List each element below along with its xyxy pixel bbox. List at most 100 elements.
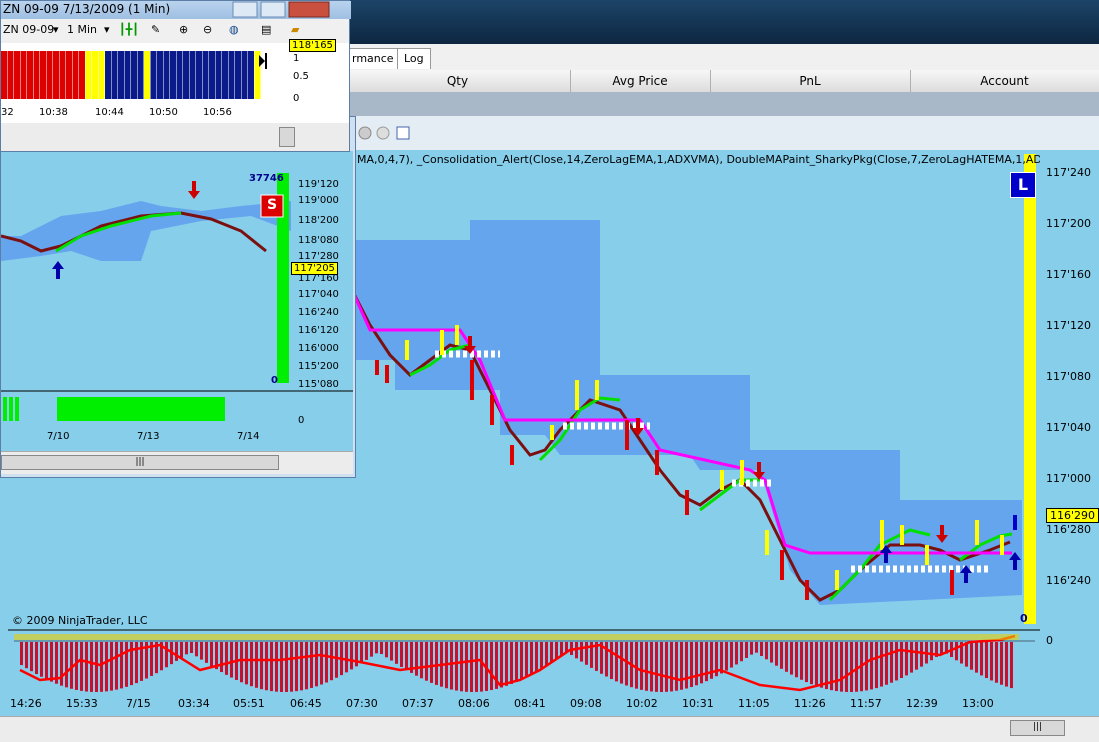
- histogram-bar: [110, 642, 113, 691]
- column-account[interactable]: Account: [910, 70, 1099, 92]
- histogram-bar: [225, 642, 228, 675]
- globe-icon[interactable]: ◍: [229, 19, 239, 41]
- histogram-bar: [700, 642, 703, 684]
- daily-horizontal-scrollbar[interactable]: |||: [1, 451, 353, 474]
- volume-bar: [1024, 154, 1036, 624]
- column-avg-price[interactable]: Avg Price: [570, 70, 711, 92]
- dropdown-arrow-icon[interactable]: ▾: [104, 19, 110, 41]
- main-scroll-thumb[interactable]: |||: [1010, 720, 1065, 736]
- main-horizontal-scrollbar[interactable]: [0, 716, 1099, 742]
- histogram-bar: [20, 642, 23, 666]
- close-icon[interactable]: [288, 1, 330, 18]
- folder-icon[interactable]: ▰: [291, 19, 299, 41]
- histogram-bar: [810, 642, 813, 685]
- time-label: 12:39: [906, 697, 938, 710]
- histogram-bar: [790, 642, 793, 675]
- 1min-horizontal-scrollbar[interactable]: [1, 123, 349, 151]
- histogram-bar: [105, 642, 108, 692]
- price-label: 119'120: [298, 179, 339, 190]
- chart-window-daily[interactable]: 37746 S 119'120 119'000 118'200 118'080 …: [0, 116, 356, 478]
- histogram-bar: [685, 642, 688, 689]
- indicator-zero-label: 0: [1046, 634, 1053, 647]
- data-box-icon[interactable]: [396, 126, 410, 140]
- histogram-bar: [325, 642, 328, 683]
- paint-bar: [1, 51, 7, 99]
- histogram-bar: [320, 642, 323, 685]
- histogram-bar: [845, 642, 848, 692]
- histogram-bar: [890, 642, 893, 683]
- date-label: 7/14: [237, 431, 260, 442]
- histogram-bar: [520, 642, 523, 680]
- histogram-bar: [695, 642, 698, 686]
- histogram-bar: [275, 642, 278, 692]
- zoom-in-icon[interactable]: ⊕: [179, 19, 188, 41]
- price-label: 117'280: [298, 251, 339, 262]
- histogram-bar: [390, 642, 393, 661]
- histogram-bar: [265, 642, 268, 691]
- histogram-bar: [310, 642, 313, 688]
- refresh-icon[interactable]: [376, 126, 390, 140]
- histogram-bar: [995, 642, 998, 683]
- histogram-bar: [920, 642, 923, 667]
- consolidation-band: [1, 201, 291, 261]
- paint-bar: [202, 51, 209, 99]
- histogram-bar: [990, 642, 993, 681]
- histogram-bar: [645, 642, 648, 691]
- histogram-bar: [745, 642, 748, 658]
- pencil-icon[interactable]: ✎: [151, 19, 160, 41]
- time-label: 10:44: [95, 107, 124, 118]
- time-label: 10:31: [682, 697, 714, 710]
- time-label: 15:33: [66, 697, 98, 710]
- histogram-bar: [230, 642, 233, 678]
- interval-selector[interactable]: 1 Min: [67, 19, 97, 41]
- histogram-bar: [90, 642, 93, 692]
- histogram-bar: [75, 642, 78, 690]
- histogram-bar: [200, 642, 203, 660]
- chart-window-1min[interactable]: ZN 09-09 7/13/2009 (1 Min) ZN 09-09 ▾ 1 …: [0, 0, 351, 152]
- histogram-bar: [350, 642, 353, 670]
- column-qty[interactable]: Qty: [345, 70, 571, 92]
- bar-type-icon[interactable]: ┃╋┃: [119, 19, 139, 41]
- current-price-tag: 117'205: [291, 262, 338, 275]
- histogram-bar: [910, 642, 913, 673]
- properties-icon[interactable]: ▤: [261, 19, 271, 41]
- histogram-bar: [210, 642, 213, 667]
- histogram-bar: [970, 642, 973, 670]
- histogram-bar: [385, 642, 388, 658]
- histogram-bar: [620, 642, 623, 684]
- column-pnl[interactable]: PnL: [710, 70, 911, 92]
- paint-bar: [111, 51, 118, 99]
- histogram-bar: [190, 642, 193, 654]
- histogram-bar: [450, 642, 453, 690]
- zoom-out-icon[interactable]: ⊖: [203, 19, 212, 41]
- histogram-bar: [470, 642, 473, 692]
- globe-icon[interactable]: [358, 126, 372, 140]
- tab-performance[interactable]: rmance: [345, 48, 401, 69]
- dropdown-arrow-icon[interactable]: ▾: [53, 19, 59, 41]
- histogram-bar: [515, 642, 518, 682]
- price-label: 116'280: [1046, 523, 1092, 536]
- 1min-scroll-thumb[interactable]: [279, 127, 295, 147]
- histogram-bar: [85, 642, 88, 692]
- paint-bar: [248, 51, 254, 99]
- paint-bar: [137, 51, 144, 99]
- time-label: 06:45: [290, 697, 322, 710]
- histogram-bar: [640, 642, 643, 690]
- axis-label: 1: [293, 53, 300, 64]
- histogram-bar: [655, 642, 658, 692]
- histogram-bar: [585, 642, 588, 665]
- histogram-bar: [965, 642, 968, 667]
- histogram-bar: [30, 642, 33, 672]
- histogram-bar: [80, 642, 83, 691]
- minimize-icon[interactable]: [232, 1, 258, 18]
- paint-bar: [7, 51, 14, 99]
- histogram-bar: [115, 642, 118, 690]
- histogram-bar: [35, 642, 38, 675]
- paint-bar: [98, 51, 105, 99]
- maximize-icon[interactable]: [260, 1, 286, 18]
- tab-log[interactable]: Log: [397, 48, 431, 69]
- histogram-bar: [330, 642, 333, 681]
- daily-scroll-thumb[interactable]: |||: [1, 455, 279, 470]
- histogram-bar: [775, 642, 778, 666]
- instrument-selector[interactable]: ZN 09-09: [3, 19, 54, 41]
